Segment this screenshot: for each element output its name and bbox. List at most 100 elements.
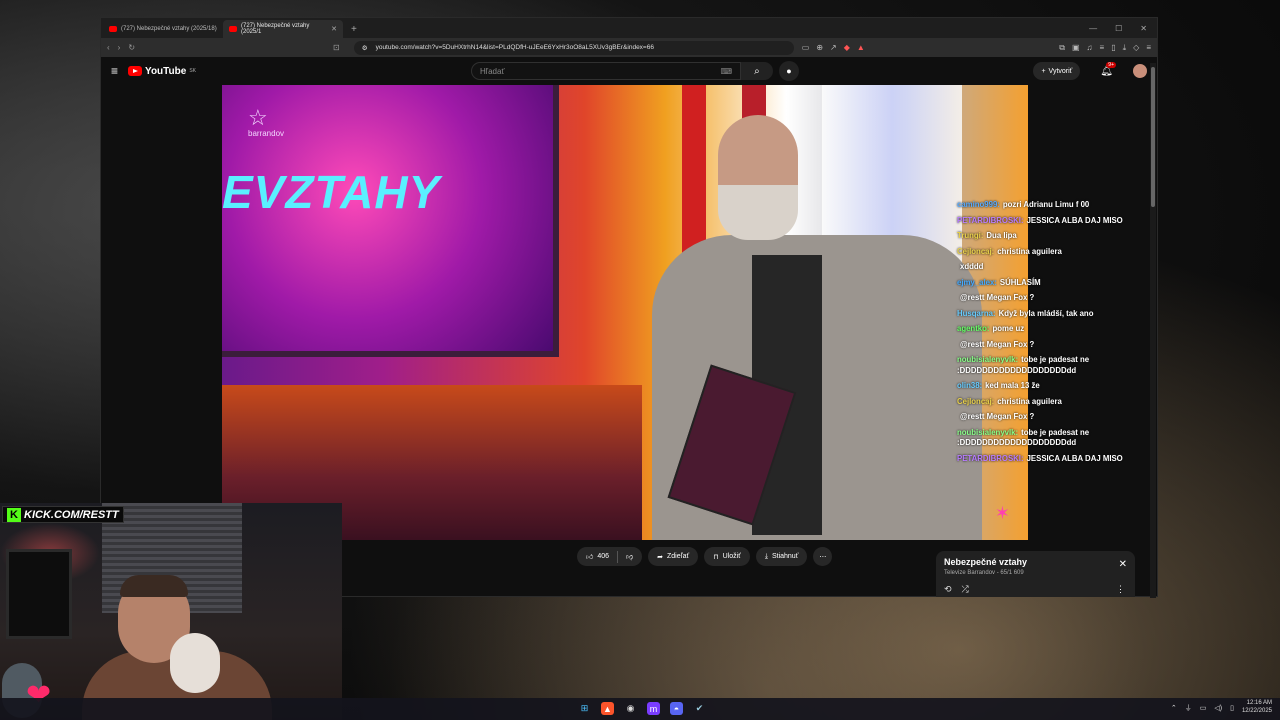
volume-icon[interactable]: ◁) <box>1214 704 1222 712</box>
url-text: youtube.com/watch?v=5DuHXtrhN14&list=PLd… <box>375 44 654 51</box>
cast-icon[interactable]: ▭ <box>802 43 810 52</box>
back-icon[interactable]: ‹ <box>107 43 110 52</box>
minimize-icon[interactable]: — <box>1089 24 1097 33</box>
browser-tab-2[interactable]: (727) Nebezpečné vztahy (2025/1 ✕ <box>223 20 343 38</box>
chat-text: @restt Megan Fox ? <box>960 293 1035 303</box>
brave-shield-icon[interactable]: ◆ <box>844 43 850 52</box>
close-tab-icon[interactable]: ✕ <box>331 25 337 33</box>
brave-rewards-icon[interactable]: ▲ <box>857 43 865 52</box>
microphone-icon: ● <box>786 66 792 76</box>
kick-logo-icon: K <box>7 507 21 522</box>
chat-user: agentko: <box>957 324 990 334</box>
wallet-icon[interactable]: ▣ <box>1072 43 1080 53</box>
steam-icon[interactable]: ✔ <box>693 702 706 715</box>
vpn-icon[interactable]: ◇ <box>1133 43 1139 53</box>
chat-text: Když byla mládší, tak ano <box>998 308 1094 318</box>
date-label: 12/22/2025 <box>1241 707 1272 714</box>
close-icon[interactable]: ✕ <box>1119 559 1127 570</box>
battery-icon[interactable]: ▯ <box>1230 704 1234 712</box>
downloads-icon[interactable]: ⤓ <box>1123 43 1127 53</box>
download-icon: ⤓ <box>764 552 768 560</box>
search-button[interactable]: ⌕ <box>740 62 773 80</box>
windows-start-icon[interactable]: ⊞ <box>578 702 591 715</box>
youtube-logo[interactable]: YouTube SK <box>128 66 196 77</box>
playlist-title[interactable]: Nebezpečné vztahy <box>944 557 1127 567</box>
shuffle-icon[interactable]: ⤮ <box>962 584 969 595</box>
url-field[interactable]: ⚙ youtube.com/watch?v=5DuHXtrhN14&list=P… <box>353 40 794 55</box>
avatar[interactable] <box>1133 64 1147 78</box>
like-dislike-button[interactable]: 👍︎ 406 👎︎ <box>577 547 643 566</box>
chat-message: @restt Megan Fox ? <box>957 340 1137 351</box>
extensions-icon[interactable]: ⧉ <box>1059 43 1065 53</box>
discord-icon[interactable]: ◓ <box>670 702 683 715</box>
playlist-controls: ⟲ ⤮ <box>944 584 969 595</box>
region-label: SK <box>189 68 196 74</box>
close-window-icon[interactable]: ✕ <box>1140 24 1147 33</box>
chat-message: camino999: pozri Adrianu Limu f 00 <box>957 200 1137 211</box>
extensions: ⧉ ▣ ♫ ≡ ▯ ⤓ ◇ ≡ <box>1059 43 1151 53</box>
thumbs-up-icon[interactable]: 👍︎ <box>586 552 593 561</box>
browser-tab-1[interactable]: (727) Nebezpečné vztahy (2025/18) <box>103 20 223 38</box>
chat-user: PETARDIBROSKI: <box>957 215 1024 225</box>
more-icon[interactable]: ⋮ <box>1116 584 1125 595</box>
playlist-icon[interactable]: ≡ <box>1100 43 1105 53</box>
share-button[interactable]: ➦ Zdieľať <box>648 547 699 566</box>
share-label: Zdieľať <box>667 553 690 560</box>
barrandov-star-icon: ☆ <box>248 105 268 130</box>
scrollbar-thumb[interactable] <box>1151 67 1155 207</box>
search-input[interactable]: Hľadať ⌨ <box>470 62 741 80</box>
voice-search-button[interactable]: ● <box>778 61 799 81</box>
maximize-icon[interactable]: ☐ <box>1115 24 1122 33</box>
more-icon: ⋯ <box>819 553 827 561</box>
video-actions: 👍︎ 406 👎︎ ➦ Zdieľať ⊓ Uložiť ⤓ Stiahnuť … <box>577 547 833 566</box>
playlist-panel: Nebezpečné vztahy Televize Barrandov - 6… <box>936 551 1135 597</box>
page-scrollbar[interactable] <box>1150 63 1156 598</box>
download-button[interactable]: ⤓ Stiahnuť <box>755 547 808 566</box>
chat-text: Dua lipa <box>986 231 1017 241</box>
chat-text: JESSICA ALBA DAJ MISO <box>1026 453 1123 463</box>
chat-text: ked mala 13 že <box>985 381 1040 391</box>
media-icon[interactable]: ♫ <box>1087 43 1093 53</box>
share-page-icon[interactable]: ↗ <box>830 43 837 52</box>
clock[interactable]: 12:16 AM 12/22/2025 <box>1242 700 1272 716</box>
chat-message: olin38: ked mala 13 že <box>957 381 1137 392</box>
more-actions-button[interactable]: ⋯ <box>813 547 833 566</box>
hamburger-menu-icon[interactable]: ≡ <box>111 64 118 78</box>
hoodie-hood <box>170 633 220 693</box>
new-tab-button[interactable]: + <box>343 24 365 38</box>
tray-expand-icon[interactable]: ⌃ <box>1171 704 1177 712</box>
network-icon[interactable]: ▭ <box>1200 704 1207 712</box>
search-icon: ⌕ <box>754 65 760 77</box>
loop-icon[interactable]: ⟲ <box>944 584 952 595</box>
streaming-app-icon[interactable]: m <box>647 702 660 715</box>
video-player[interactable]: ☆ barrandov EVZTAHY ✶ <box>222 85 1028 540</box>
brave-browser-icon[interactable]: ▲ <box>601 702 614 715</box>
time-label: 12:16 AM <box>1246 700 1272 706</box>
keyboard-icon[interactable]: ⌨ <box>720 67 732 76</box>
streamer-hair <box>120 575 188 597</box>
zoom-icon[interactable]: ⊕ <box>816 43 823 52</box>
site-info-icon[interactable]: ⚙ <box>362 44 368 52</box>
reload-icon[interactable]: ↻ <box>128 43 135 52</box>
create-button[interactable]: + Vytvoriť <box>1033 62 1081 80</box>
tab-bar: (727) Nebezpečné vztahy (2025/18) (727) … <box>101 18 1157 38</box>
screen-title: EVZTAHY <box>222 166 441 218</box>
chat-user: ejmy_alex: <box>957 277 997 287</box>
taskbar: ⊞ ▲ ◉ m ◓ ✔ ⌃ ⏚ ▭ ◁) ▯ 12:16 AM 12/22/20… <box>0 698 1280 720</box>
usb-icon[interactable]: ⏚ <box>1185 703 1192 713</box>
notifications-button[interactable]: 🔔︎ 9+ <box>1100 61 1116 77</box>
chat-message: PETARDIBROSKI: JESSICA ALBA DAJ MISO <box>957 454 1137 465</box>
bookmark-icon[interactable]: ⊡ <box>333 43 340 52</box>
sidebar-icon[interactable]: ▯ <box>1111 43 1115 53</box>
youtube-favicon-icon <box>109 26 117 32</box>
thumbs-down-icon[interactable]: 👎︎ <box>626 552 633 561</box>
chat-message: @restt Megan Fox ? <box>957 293 1137 304</box>
obs-icon[interactable]: ◉ <box>624 702 637 715</box>
studio-screen: ☆ barrandov EVZTAHY <box>222 85 559 357</box>
forward-icon[interactable]: › <box>118 43 121 52</box>
window-controls: — ☐ ✕ <box>1079 24 1157 38</box>
menu-icon[interactable]: ≡ <box>1146 43 1151 53</box>
create-label: Vytvoriť <box>1048 67 1073 75</box>
chat-message: agentko: pome uz <box>957 324 1137 335</box>
save-button[interactable]: ⊓ Uložiť <box>704 547 750 566</box>
